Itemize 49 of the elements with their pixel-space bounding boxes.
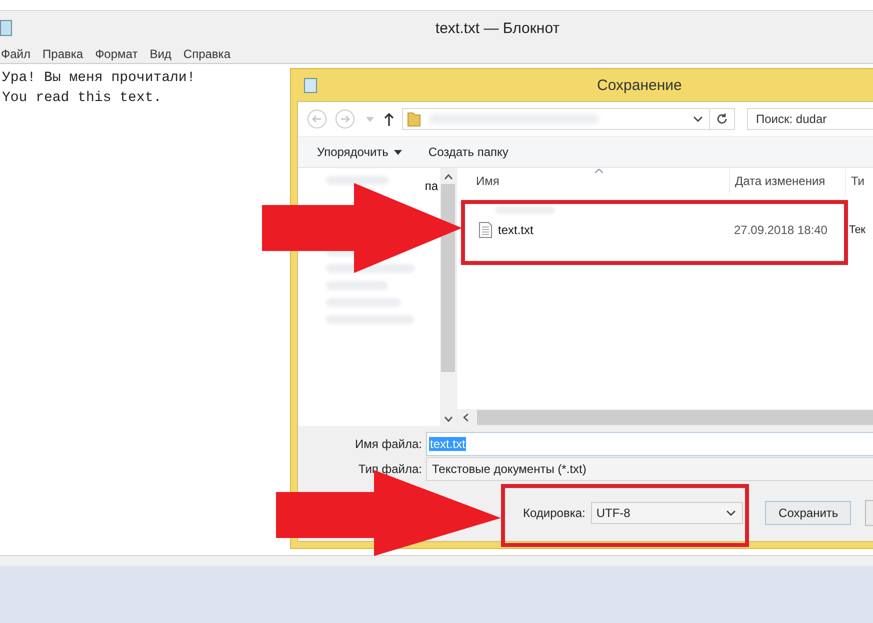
scrollbar[interactable] [457, 409, 873, 426]
folder-icon [407, 111, 421, 127]
menu-item[interactable]: Файл [1, 47, 31, 61]
text-line: You read this text. [2, 89, 162, 108]
text-file-icon [479, 222, 492, 238]
menu-item[interactable]: Справка [183, 47, 230, 61]
arrow-icon [262, 183, 462, 273]
chevron-down-icon [726, 510, 736, 516]
scroll-thumb[interactable] [441, 184, 455, 372]
text-line: Ура! Вы меня прочитали! [2, 69, 196, 88]
field-label: Имя файла: [354, 437, 423, 451]
caret-icon[interactable] [366, 116, 374, 122]
notepad-icon [304, 78, 317, 92]
menu-item[interactable]: Формат [95, 47, 138, 61]
column-header[interactable]: Дата изменения [729, 168, 845, 195]
new-folder-button[interactable]: Создать папку [428, 145, 508, 159]
scroll-left-icon[interactable] [463, 413, 469, 422]
scrollbar[interactable] [440, 168, 456, 426]
scroll-thumb[interactable] [477, 410, 873, 425]
column-header[interactable]: Имя [457, 168, 729, 195]
chevron-down-icon[interactable] [693, 116, 703, 122]
dialog-title: Сохранение [597, 76, 682, 94]
sidebar-text: па [424, 179, 438, 193]
back-icon[interactable] [307, 109, 327, 129]
menu-item[interactable]: Правка [42, 47, 84, 61]
field-label: Тип файла: [357, 462, 423, 476]
refresh-icon [716, 113, 728, 125]
encoding-dropdown[interactable]: UTF-8 [591, 502, 744, 524]
file-type-dropdown[interactable]: Текстовые документы (*.txt) [426, 457, 873, 481]
sort-icon [595, 169, 603, 173]
scroll-up-icon[interactable] [444, 174, 452, 180]
menu-item[interactable]: Вид [150, 47, 172, 61]
window-title: text.txt — Блокнот [435, 20, 560, 36]
file-type: Тек [848, 224, 866, 236]
field-label: Кодировка: [523, 506, 586, 520]
caret-icon [394, 150, 402, 154]
selected-text: text.txt [429, 437, 466, 451]
column-header[interactable]: Ти [845, 168, 865, 195]
save-button[interactable]: Сохранить [765, 501, 852, 525]
file-name[interactable]: text.txt [498, 223, 534, 237]
dropdown-value: UTF-8 [596, 506, 630, 520]
up-arrow-icon[interactable] [384, 112, 394, 126]
blurred-item [326, 176, 389, 185]
search-field[interactable]: Поиск: dudar [747, 108, 873, 130]
forward-icon[interactable] [335, 109, 355, 129]
scroll-down-icon[interactable] [444, 416, 452, 422]
notepad-icon [0, 20, 12, 36]
file-date: 27.09.2018 18:40 [733, 223, 828, 237]
organize-menu[interactable]: Упорядочить [317, 145, 402, 159]
